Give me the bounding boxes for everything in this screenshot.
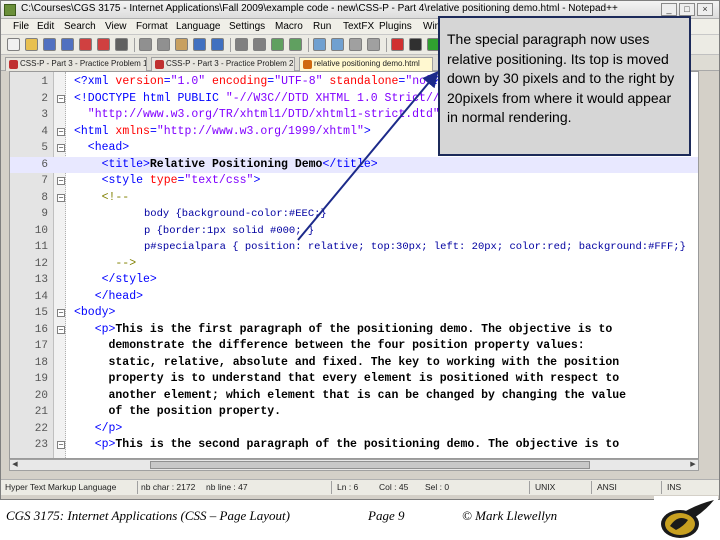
explanation-callout: The special paragraph now uses relative …: [438, 16, 691, 156]
ucf-pegasus-logo-icon: [654, 496, 718, 540]
footer-author: © Mark Llewellyn: [462, 508, 558, 523]
slide-footer: CGS 3175: Internet Applications (CSS – P…: [0, 500, 720, 540]
footer-page-number: Page 9: [368, 508, 405, 523]
callout-text: The special paragraph now uses relative …: [447, 31, 675, 125]
footer-course: CGS 3175: Internet Applications (CSS – P…: [6, 508, 290, 523]
arrow-line: [297, 70, 439, 241]
